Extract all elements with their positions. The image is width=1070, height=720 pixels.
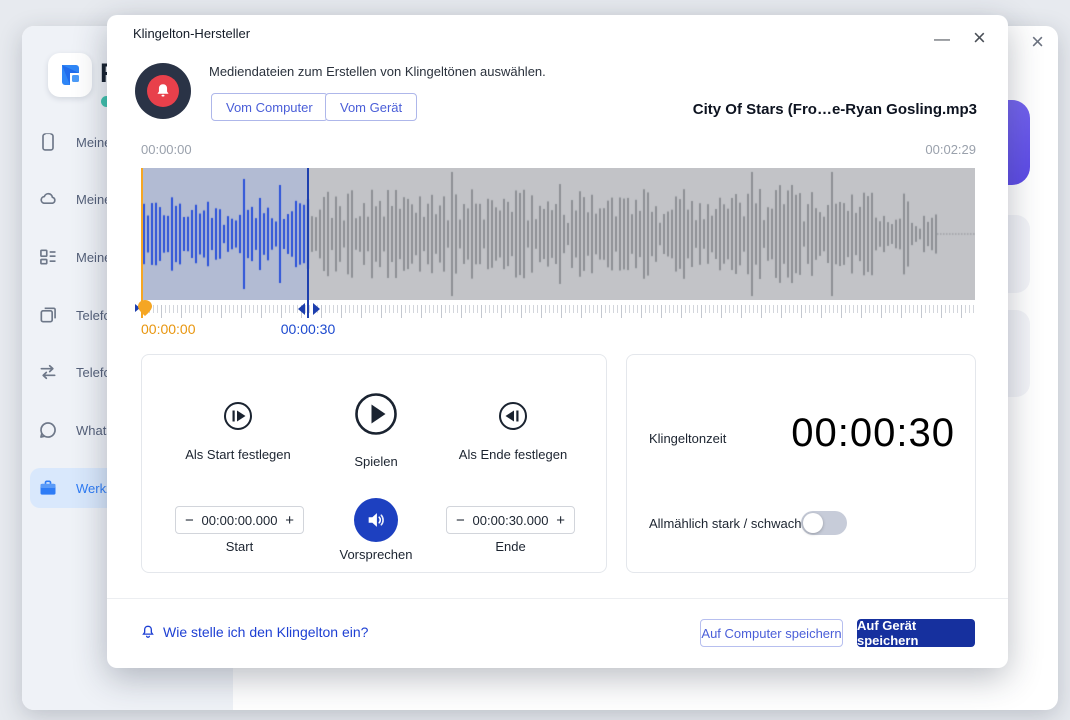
end-label: Ende (446, 539, 575, 554)
help-link[interactable]: Wie stelle ich den Klingelton ein? (140, 624, 368, 640)
dialog-subtitle: Mediendateien zum Erstellen von Klingelt… (209, 64, 546, 79)
set-end-button[interactable] (498, 401, 528, 436)
close-icon[interactable]: × (973, 25, 986, 51)
selection-end-line (307, 168, 309, 318)
ringtone-info-panel: Klingeltonzeit 00:00:30 Allmählich stark… (626, 354, 976, 573)
app-logo-icon (56, 61, 84, 89)
loaded-file-name: City Of Stars (Fro…e-Ryan Gosling.mp3 (693, 101, 977, 118)
end-plus-button[interactable]: + (556, 513, 565, 528)
timeline-ruler[interactable] (141, 305, 975, 319)
waveform[interactable] (141, 168, 975, 300)
start-label: Start (175, 539, 304, 554)
transfer-icon (38, 362, 58, 382)
start-time-stepper: − 00:00:00.000 + (175, 506, 304, 534)
cloud-icon (38, 189, 58, 209)
toggle-knob (803, 513, 823, 533)
selection-start-label: 00:00:00 (141, 321, 196, 337)
chat-icon (38, 420, 58, 440)
dialog-footer: Wie stelle ich den Klingelton ein? Auf C… (107, 598, 1008, 668)
start-marker-handle[interactable] (134, 300, 156, 323)
fade-toggle[interactable] (801, 511, 847, 535)
set-end-label: Als Ende festlegen (443, 447, 583, 462)
ringtone-maker-dialog: Klingelton-Hersteller — × Mediendateien … (107, 15, 1008, 668)
selection-start-line (141, 168, 143, 318)
end-minus-button[interactable]: − (456, 513, 465, 528)
speaker-icon (365, 509, 387, 531)
window-close-icon[interactable]: × (1031, 31, 1044, 53)
minimize-icon[interactable]: — (934, 31, 950, 49)
end-marker-handle[interactable] (297, 302, 321, 321)
selection-end-label: 00:00:30 (258, 321, 358, 337)
trim-controls-panel: Als Start festlegen Spielen Als Ende fes… (141, 354, 607, 573)
track-start-time: 00:00:00 (141, 142, 192, 157)
end-time-stepper: − 00:00:30.000 + (446, 506, 575, 534)
audition-button[interactable] (354, 498, 398, 542)
track-end-time: 00:02:29 (925, 142, 976, 157)
start-time-value[interactable]: 00:00:00.000 (202, 513, 278, 528)
toolbox-icon (38, 478, 58, 498)
set-start-label: Als Start festlegen (168, 447, 308, 462)
end-time-value[interactable]: 00:00:30.000 (473, 513, 549, 528)
dialog-title: Klingelton-Hersteller (133, 26, 250, 41)
desktop: F Meine GeMeine iCMeine BaTelefon-ETelef… (0, 0, 1070, 720)
play-button[interactable] (354, 392, 398, 441)
ringtone-badge (135, 63, 191, 119)
save-to-computer-button[interactable]: Auf Computer speichern (700, 619, 843, 647)
from-device-button[interactable]: Vom Gerät (325, 93, 417, 121)
duration-value: 00:00:30 (791, 411, 955, 456)
play-label: Spielen (306, 454, 446, 469)
copy-icon (38, 305, 58, 325)
audition-label: Vorsprechen (311, 547, 441, 562)
start-minus-button[interactable]: − (185, 513, 194, 528)
save-to-device-button[interactable]: Auf Gerät speichern (857, 619, 975, 647)
backup-icon (38, 247, 58, 267)
set-start-button[interactable] (223, 401, 253, 436)
bell-outline-icon (140, 624, 156, 640)
help-link-text: Wie stelle ich den Klingelton ein? (163, 624, 368, 640)
start-plus-button[interactable]: + (285, 513, 294, 528)
app-logo (48, 53, 92, 97)
device-icon (38, 132, 58, 152)
duration-label: Klingeltonzeit (649, 431, 726, 446)
fade-label: Allmählich stark / schwach (649, 516, 801, 531)
bell-icon (147, 75, 179, 107)
from-computer-button[interactable]: Vom Computer (211, 93, 328, 121)
waveform-area (141, 168, 975, 320)
